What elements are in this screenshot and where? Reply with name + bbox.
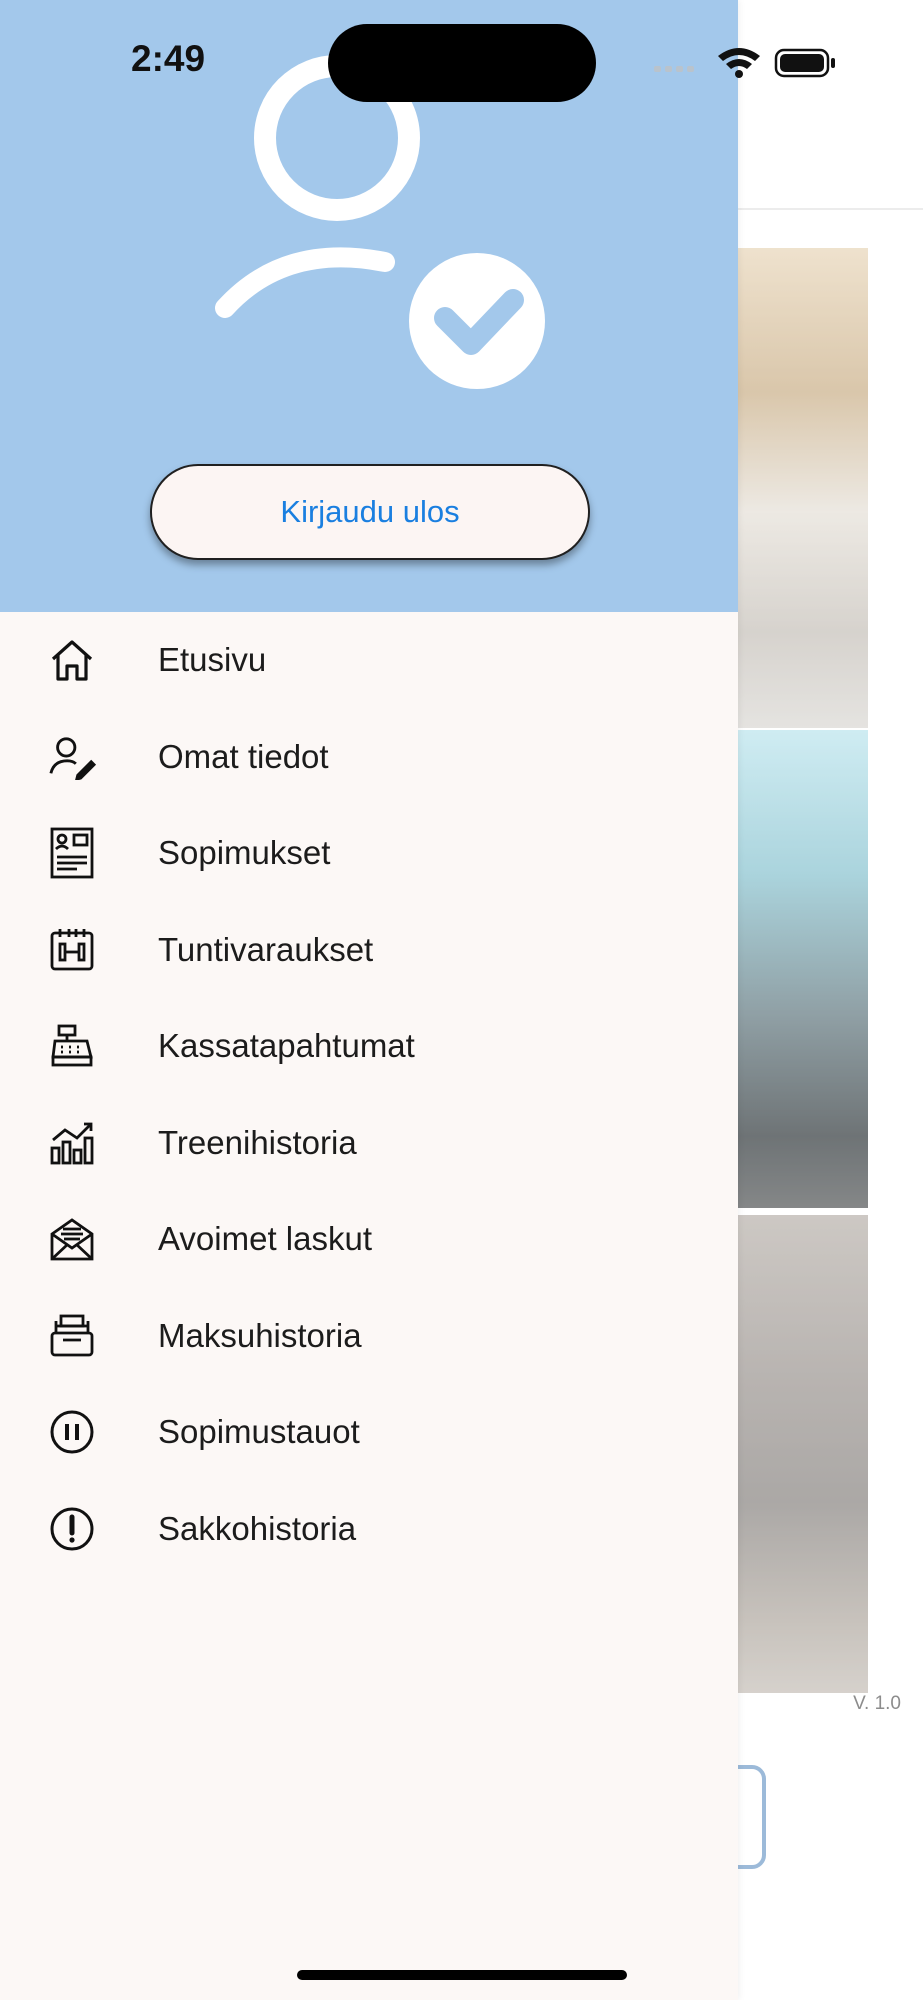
menu-label: Maksuhistoria: [158, 1316, 362, 1354]
gym-image-treadmills: [720, 248, 868, 728]
user-verified-icon: [215, 55, 545, 389]
menu-label: Tuntivaraukset: [158, 930, 374, 968]
calendar-dumbbell-icon: [48, 926, 96, 974]
drawer-menu: Etusivu Omat tiedot Sopimukset Tuntivara…: [0, 612, 738, 1577]
signal-icon: [654, 66, 694, 72]
logout-button[interactable]: Kirjaudu ulos: [150, 464, 590, 560]
status-icons: [654, 48, 835, 78]
menu-item-avoimet-laskut[interactable]: Avoimet laskut: [0, 1191, 738, 1288]
chart-icon: [48, 1119, 96, 1167]
menu-label: Sakkohistoria: [158, 1509, 357, 1547]
menu-item-sakkohistoria[interactable]: Sakkohistoria: [0, 1481, 738, 1578]
user-edit-icon: [48, 733, 96, 781]
menu-label: Sopimustauot: [158, 1413, 360, 1451]
contract-icon: [48, 827, 96, 879]
menu-label: Treenihistoria: [158, 1123, 357, 1161]
exclamation-icon: [48, 1505, 96, 1553]
menu-item-etusivu[interactable]: Etusivu: [0, 612, 738, 709]
dynamic-island: [328, 24, 596, 102]
archive-tray-icon: [48, 1312, 96, 1360]
status-time: 2:49: [131, 38, 206, 79]
gym-image-machines: [720, 1215, 868, 1693]
menu-label: Etusivu: [158, 641, 267, 679]
menu-item-treenihistoria[interactable]: Treenihistoria: [0, 1095, 738, 1192]
menu-item-maksuhistoria[interactable]: Maksuhistoria: [0, 1288, 738, 1385]
menu-label: Avoimet laskut: [158, 1220, 372, 1258]
menu-item-sopimustauot[interactable]: Sopimustauot: [0, 1384, 738, 1481]
menu-item-sopimukset[interactable]: Sopimukset: [0, 805, 738, 902]
menu-label: Omat tiedot: [158, 737, 329, 775]
envelope-invoice-icon: [48, 1215, 96, 1263]
pause-icon: [48, 1408, 96, 1456]
menu-label: Kassatapahtumat: [158, 1027, 415, 1065]
cash-register-icon: [48, 1022, 96, 1070]
wifi-icon: [718, 48, 760, 78]
gym-image-bikes: [720, 730, 868, 1208]
home-indicator: [297, 1970, 627, 1980]
version-label: V. 1.0: [853, 1693, 901, 1714]
menu-label: Sopimukset: [158, 834, 331, 872]
home-icon: [48, 636, 96, 684]
menu-item-omat-tiedot[interactable]: Omat tiedot: [0, 709, 738, 806]
menu-item-kassatapahtumat[interactable]: Kassatapahtumat: [0, 998, 738, 1095]
navigation-drawer: Kirjaudu ulos Etusivu Omat tiedot Sopimu…: [0, 0, 738, 2000]
battery-icon: [774, 48, 835, 78]
menu-item-tuntivaraukset[interactable]: Tuntivaraukset: [0, 902, 738, 999]
